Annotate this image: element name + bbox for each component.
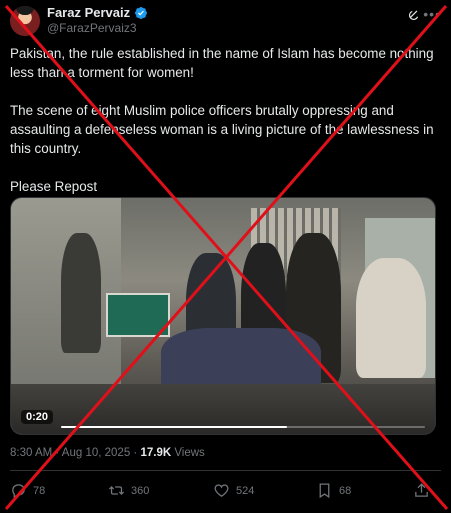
video-progress-bar[interactable] xyxy=(61,426,425,428)
author-handle[interactable]: @FarazPervaiz3 xyxy=(47,21,137,35)
grok-icon[interactable] xyxy=(407,8,421,22)
heart-icon xyxy=(214,484,229,497)
like-count: 524 xyxy=(236,484,255,497)
more-options-icon[interactable]: ••• xyxy=(423,6,441,22)
reply-icon xyxy=(12,484,25,499)
views-label: Views xyxy=(171,447,205,459)
meta-separator: · xyxy=(130,447,141,459)
tweet-paragraph: The scene of eight Muslim police officer… xyxy=(10,103,434,156)
tweet-date[interactable]: Aug 10, 2025 xyxy=(62,447,130,459)
video-duration: 0:20 xyxy=(21,410,54,424)
bookmark-icon xyxy=(319,483,330,499)
tweet-paragraph: Pakistan, the rule established in the na… xyxy=(10,46,434,80)
video-frame-person xyxy=(356,258,426,378)
video-player[interactable]: 0:20 xyxy=(10,197,436,435)
tweet-paragraph: Please Repost xyxy=(10,179,98,194)
like-button[interactable]: 524 xyxy=(213,482,254,499)
author-name-row: Faraz Pervaiz xyxy=(47,5,148,20)
repost-icon xyxy=(108,486,125,495)
author-display-name[interactable]: Faraz Pervaiz xyxy=(47,5,130,20)
tweet-text: Pakistan, the rule established in the na… xyxy=(10,44,440,196)
meta-separator: · xyxy=(52,447,62,459)
verified-badge-icon xyxy=(135,6,148,19)
reply-button[interactable]: 78 xyxy=(10,482,45,499)
tweet-header: Faraz Pervaiz @FarazPervaiz3 ••• xyxy=(10,5,441,40)
repost-count: 360 xyxy=(131,484,150,497)
repost-button[interactable]: 360 xyxy=(108,482,149,499)
video-frame-person xyxy=(61,233,101,353)
bookmark-button[interactable]: 68 xyxy=(316,482,351,499)
reply-count: 78 xyxy=(33,484,46,497)
tweet-actions: 78 360 524 68 xyxy=(10,482,431,504)
share-button[interactable] xyxy=(413,482,430,499)
tweet-time[interactable]: 8:30 AM xyxy=(10,447,52,459)
tweet-meta: 8:30 AM · Aug 10, 2025 · 17.9K Views xyxy=(10,447,205,459)
video-progress-fill xyxy=(61,426,287,428)
video-frame-desk xyxy=(106,293,170,337)
views-count: 17.9K xyxy=(140,447,172,459)
bookmark-count: 68 xyxy=(339,484,352,497)
avatar[interactable] xyxy=(10,6,40,36)
divider xyxy=(10,470,441,471)
share-icon xyxy=(415,483,428,497)
